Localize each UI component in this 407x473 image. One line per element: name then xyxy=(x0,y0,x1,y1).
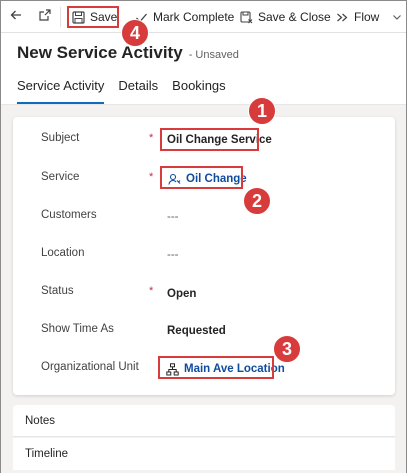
location-field[interactable]: --- xyxy=(167,249,179,261)
subject-required-marker: * xyxy=(149,132,154,144)
pop-out-icon[interactable] xyxy=(38,8,52,22)
customers-label: Customers xyxy=(41,209,97,221)
callout-badge-3: 3 xyxy=(273,335,301,363)
organizational-unit-value[interactable]: Main Ave Location xyxy=(184,363,285,375)
toolbar-divider xyxy=(60,7,61,27)
org-unit-icon xyxy=(165,362,179,376)
notes-section[interactable]: Notes xyxy=(13,405,395,437)
form-tabs: Service Activity Details Bookings xyxy=(17,75,240,104)
page-title: New Service Activity xyxy=(17,43,183,62)
status-label: Status xyxy=(41,285,74,297)
chevron-down-icon xyxy=(390,10,404,24)
tab-bookings[interactable]: Bookings xyxy=(172,75,225,104)
save-close-icon xyxy=(239,10,253,24)
service-icon xyxy=(167,172,181,186)
callout-badge-2: 2 xyxy=(243,187,271,215)
show-time-as-label: Show Time As xyxy=(41,323,114,335)
service-value[interactable]: Oil Change xyxy=(186,173,247,185)
save-and-close-button[interactable]: Save & Close xyxy=(235,5,335,29)
flow-button[interactable]: Flow xyxy=(331,5,407,29)
command-bar: Save Mark Complete Save & Close Flow xyxy=(1,1,406,33)
flow-label: Flow xyxy=(354,10,380,24)
form-header: New Service Activity - Unsaved xyxy=(17,43,239,63)
timeline-section[interactable]: Timeline xyxy=(13,438,395,470)
status-required-marker: * xyxy=(149,285,154,297)
back-arrow-icon[interactable] xyxy=(9,8,23,22)
tab-details[interactable]: Details xyxy=(118,75,158,104)
save-status: - Unsaved xyxy=(188,49,239,61)
save-close-label: Save & Close xyxy=(258,10,331,24)
subject-field[interactable]: Oil Change Service xyxy=(167,134,272,146)
organizational-unit-label: Organizational Unit xyxy=(41,361,139,373)
timeline-heading: Timeline xyxy=(25,448,69,460)
tab-service-activity[interactable]: Service Activity xyxy=(17,75,105,104)
service-label: Service xyxy=(41,171,80,183)
service-lookup[interactable]: Oil Change xyxy=(167,172,247,186)
status-field[interactable]: Open xyxy=(167,288,196,300)
location-label: Location xyxy=(41,247,85,259)
save-icon xyxy=(71,10,85,24)
save-button[interactable]: Save xyxy=(67,5,121,29)
save-label: Save xyxy=(90,10,118,24)
flow-icon xyxy=(335,10,349,24)
notes-heading: Notes xyxy=(25,414,56,427)
show-time-as-field[interactable]: Requested xyxy=(167,325,226,337)
callout-badge-1: 1 xyxy=(248,97,276,125)
mark-complete-label: Mark Complete xyxy=(153,10,235,24)
service-required-marker: * xyxy=(149,171,154,183)
organizational-unit-lookup[interactable]: Main Ave Location xyxy=(165,362,285,376)
subject-label: Subject xyxy=(41,132,80,144)
customers-field[interactable]: --- xyxy=(167,211,179,223)
